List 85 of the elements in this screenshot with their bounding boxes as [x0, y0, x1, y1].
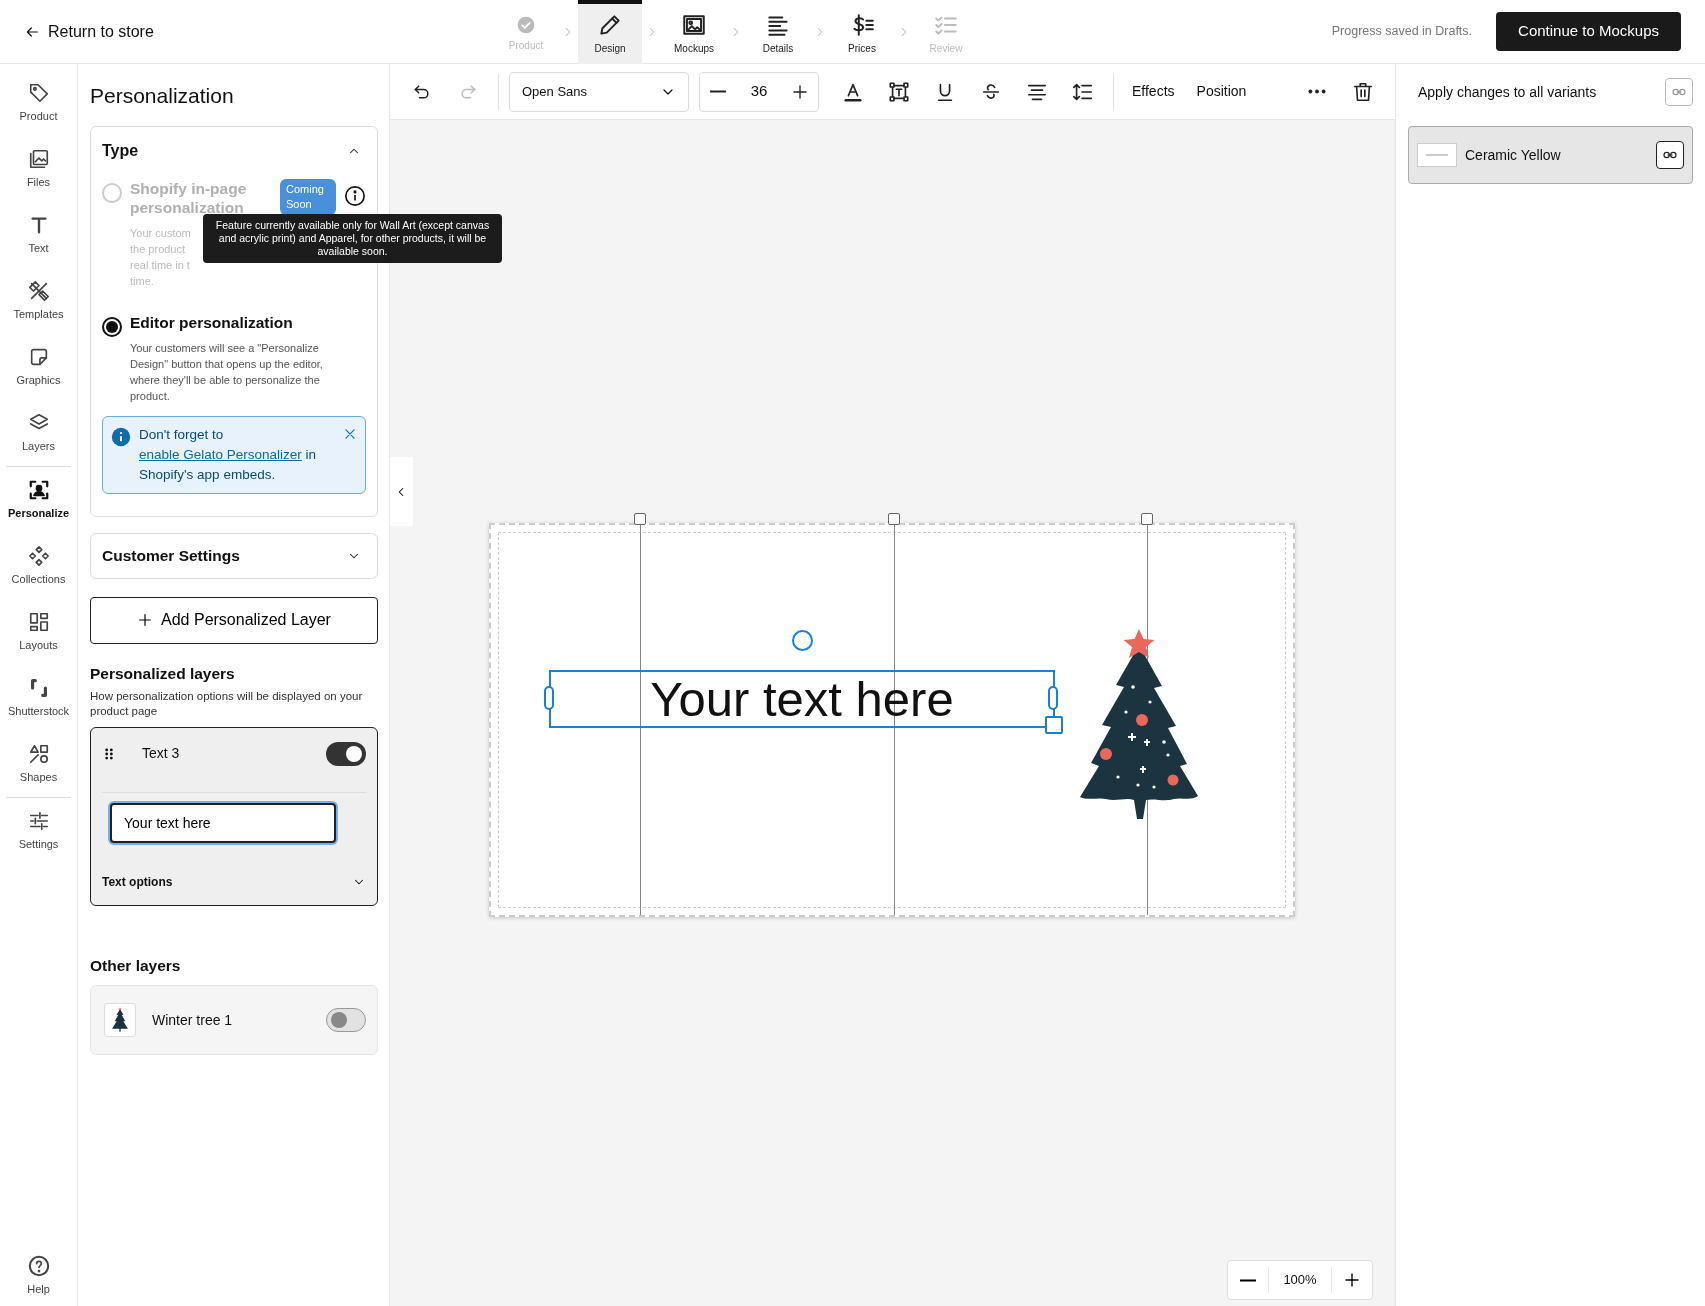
description-line: real time in t [130, 257, 190, 273]
drag-handle-icon[interactable] [102, 746, 116, 761]
variant-thumbnail [1417, 143, 1457, 167]
diamonds-icon [27, 544, 50, 567]
resize-handle[interactable] [544, 686, 554, 710]
add-layer-button[interactable]: Add Personalized Layer [90, 596, 378, 644]
tooltip: Feature currently available only for Wall Art (except canvas and acrylic print) and Apparel, for other products, it will be available soon. [203, 213, 502, 263]
personalizer-link[interactable]: enable Gelato Personalizer [139, 446, 302, 462]
radio-button[interactable] [102, 316, 122, 337]
option-description: Your customers will see a "Personalize Design" button that opens up the editor, where they'll be able to personalize the product. [130, 340, 324, 404]
guide-handle[interactable] [634, 513, 646, 525]
sidebar-item[interactable]: Graphics [0, 334, 77, 400]
layer-name: Text 3 [142, 744, 180, 764]
panel-title: Personalization [90, 83, 235, 109]
sidebar-item[interactable]: Collections [0, 533, 77, 599]
plus-icon [1343, 1271, 1361, 1289]
minus-icon [1240, 1278, 1256, 1282]
guide-handle[interactable] [888, 513, 900, 525]
canvas-text[interactable]: Your text here [650, 674, 954, 724]
plus-icon [791, 82, 809, 101]
description-line: time. [130, 273, 154, 289]
layout-icon [27, 610, 50, 633]
sliders-icon [27, 809, 50, 832]
variant-card[interactable]: Ceramic Yellow [1408, 126, 1693, 184]
description-line: the product [130, 241, 186, 257]
section-description: How personalization options will be displayed on your product page [90, 688, 364, 719]
sidebar-item[interactable]: Shutterstock [0, 665, 77, 731]
section-title: Type [102, 140, 139, 161]
font-size-value: 36 [750, 81, 768, 102]
step-tab[interactable]: Design [578, 0, 642, 64]
coming-soon-badge: Coming Soon [280, 178, 336, 215]
description-line: Your custom [130, 225, 191, 241]
sidebar-item[interactable]: Layouts [0, 599, 77, 665]
minus-icon [710, 90, 726, 93]
check-circle-icon [516, 14, 536, 35]
pencil-ruler-icon [27, 279, 50, 302]
step-tab[interactable]: Mockups [662, 0, 726, 64]
back-link[interactable]: Return to store [24, 19, 154, 44]
step-tab[interactable]: Details [746, 0, 810, 64]
text-input[interactable]: Your text here [110, 802, 336, 843]
sidebar-item[interactable]: Settings [0, 798, 77, 864]
save-status: Progress saved in Drafts. [1331, 23, 1473, 41]
more-icon [1308, 89, 1326, 94]
close-icon [343, 426, 357, 441]
alert-message: Don't forget to enable Gelato Personalizer in Shopify's app embeds. [139, 425, 318, 484]
resize-handle[interactable] [1048, 686, 1058, 710]
resize-handle[interactable] [1045, 716, 1063, 734]
text-frame-icon [888, 80, 910, 103]
toolbar-button[interactable]: Effects [1124, 75, 1183, 108]
option-title: Editor personalization [130, 312, 294, 332]
variant-name: Ceramic Yellow [1465, 145, 1561, 165]
info-icon[interactable] [344, 184, 366, 207]
rotate-handle[interactable] [792, 630, 813, 651]
continue-button[interactable]: Continue to Mockups [1496, 12, 1681, 51]
apply-label: Apply changes to all variants [1418, 82, 1597, 102]
sidebar-item[interactable]: Personalize [0, 467, 77, 533]
font-select[interactable]: Open Sans [509, 71, 689, 112]
person-frame-icon [27, 478, 50, 501]
help-icon [27, 1254, 50, 1277]
link-button[interactable] [1656, 141, 1684, 169]
trash-icon [1352, 80, 1374, 103]
sidebar-item[interactable]: Files [0, 136, 77, 202]
shapes-icon [27, 742, 50, 765]
layer-name: Winter tree 1 [152, 1010, 233, 1030]
step-tab[interactable]: Prices [830, 0, 894, 64]
sidebar-item[interactable]: Layers [0, 400, 77, 466]
section-heading: Personalized layers [90, 663, 236, 684]
sidebar-item[interactable]: Shapes [0, 731, 77, 797]
zoom-level: 100% [1268, 1267, 1332, 1293]
sidebar-item[interactable]: Product [0, 70, 77, 136]
toolbar-button[interactable]: Position [1188, 75, 1255, 108]
section-heading: Other layers [90, 955, 182, 976]
toggle-switch[interactable] [326, 741, 366, 766]
guide-handle[interactable] [1141, 513, 1153, 525]
sidebar-item[interactable]: Templates [0, 268, 77, 334]
text-options-toggle[interactable]: Text options [102, 872, 366, 891]
layer-thumbnail [104, 1003, 136, 1037]
toggle-switch[interactable] [326, 1008, 366, 1032]
info-icon [111, 426, 131, 447]
section-title: Customer Settings [102, 545, 240, 566]
sidebar-item[interactable]: Text [0, 202, 77, 268]
help-button[interactable]: Help [0, 1246, 77, 1306]
plus-icon [137, 612, 154, 628]
images-icon [27, 147, 50, 170]
tag-icon [27, 81, 50, 104]
